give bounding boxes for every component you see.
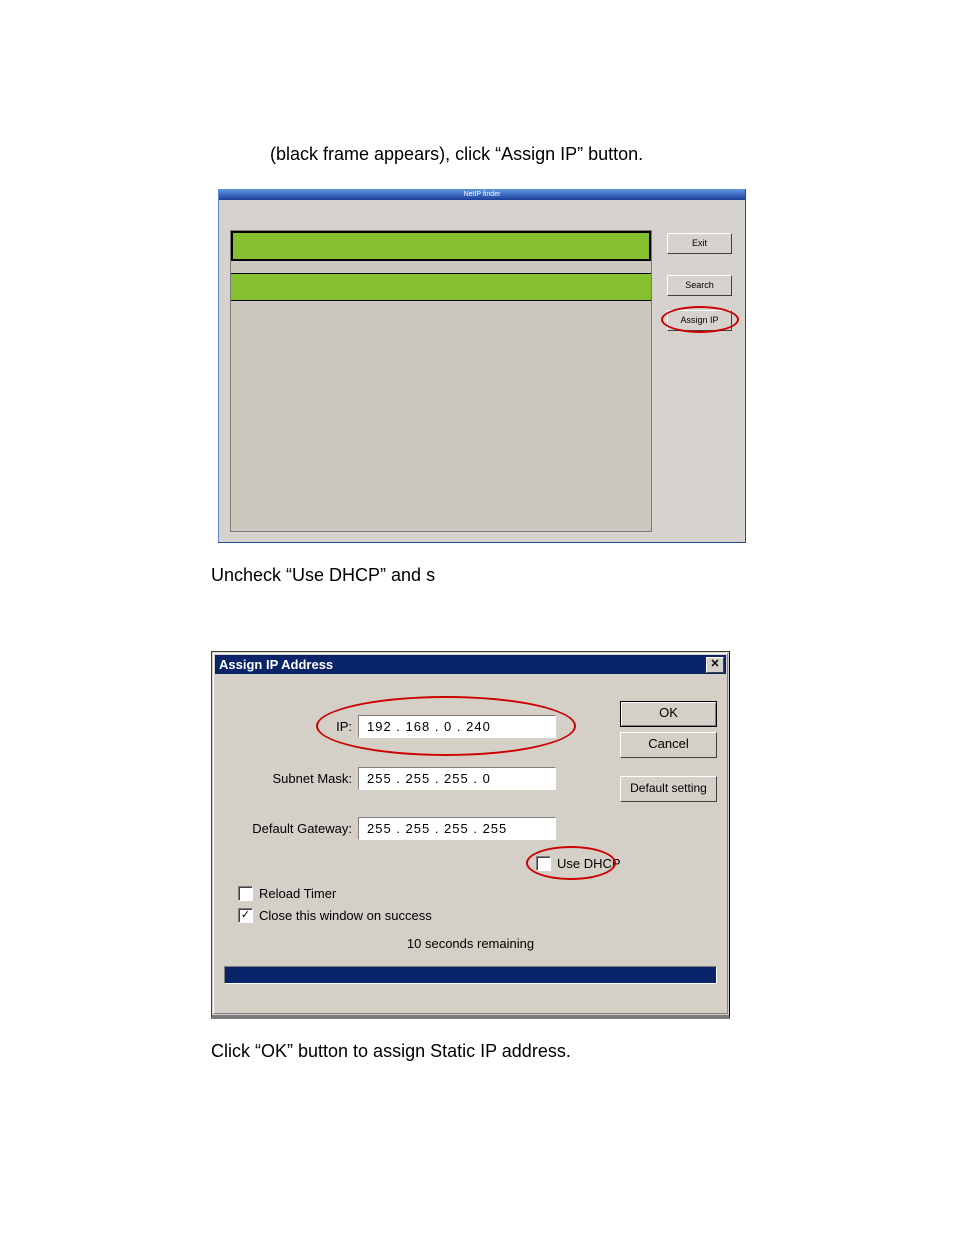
gateway-input[interactable]: 255 . 255 . 255 . 255 [358,817,556,840]
countdown-text: 10 seconds remaining [216,936,725,951]
ip-input[interactable]: 192 . 168 . 0 . 240 [358,715,556,738]
subnet-input[interactable]: 255 . 255 . 255 . 0 [358,767,556,790]
default-setting-button[interactable]: Default setting [620,776,717,802]
exit-button[interactable]: Exit [667,233,732,254]
reload-timer-checkbox[interactable] [238,886,253,901]
close-on-success-checkbox[interactable]: ✓ [238,908,253,923]
assign-ip-title-bar: Assign IP Address ✕ [215,655,726,674]
use-dhcp-label: Use DHCP [557,856,621,871]
checkmark-icon: ✓ [241,910,250,921]
instruction-text-1: (black frame appears), click “Assign IP”… [270,144,643,165]
subnet-label: Subnet Mask: [246,771,358,786]
instruction-text-2: Uncheck “Use DHCP” and s [211,565,435,586]
assign-ip-dialog: Assign IP Address ✕ IP: 192 . 168 . 0 . … [211,651,730,1019]
ip-label: IP: [292,719,358,734]
cancel-button[interactable]: Cancel [620,732,717,758]
gateway-label: Default Gateway: [226,821,358,836]
device-list[interactable] [230,230,652,532]
instruction-text-3: Click “OK” button to assign Static IP ad… [211,1041,571,1062]
netip-finder-window: NetIP finder Exit Search Assign IP [218,189,746,543]
use-dhcp-checkbox[interactable] [536,856,551,871]
assign-ip-button[interactable]: Assign IP [667,310,732,331]
ok-button[interactable]: OK [620,701,717,727]
netip-finder-title: NetIP finder [219,190,745,200]
reload-timer-label: Reload Timer [259,886,336,901]
status-bar [224,966,717,984]
close-icon[interactable]: ✕ [706,657,724,673]
close-on-success-label: Close this window on success [259,908,432,923]
search-button[interactable]: Search [667,275,732,296]
device-row[interactable] [231,273,651,301]
device-row-selected[interactable] [231,231,651,261]
assign-ip-title-text: Assign IP Address [219,655,333,674]
